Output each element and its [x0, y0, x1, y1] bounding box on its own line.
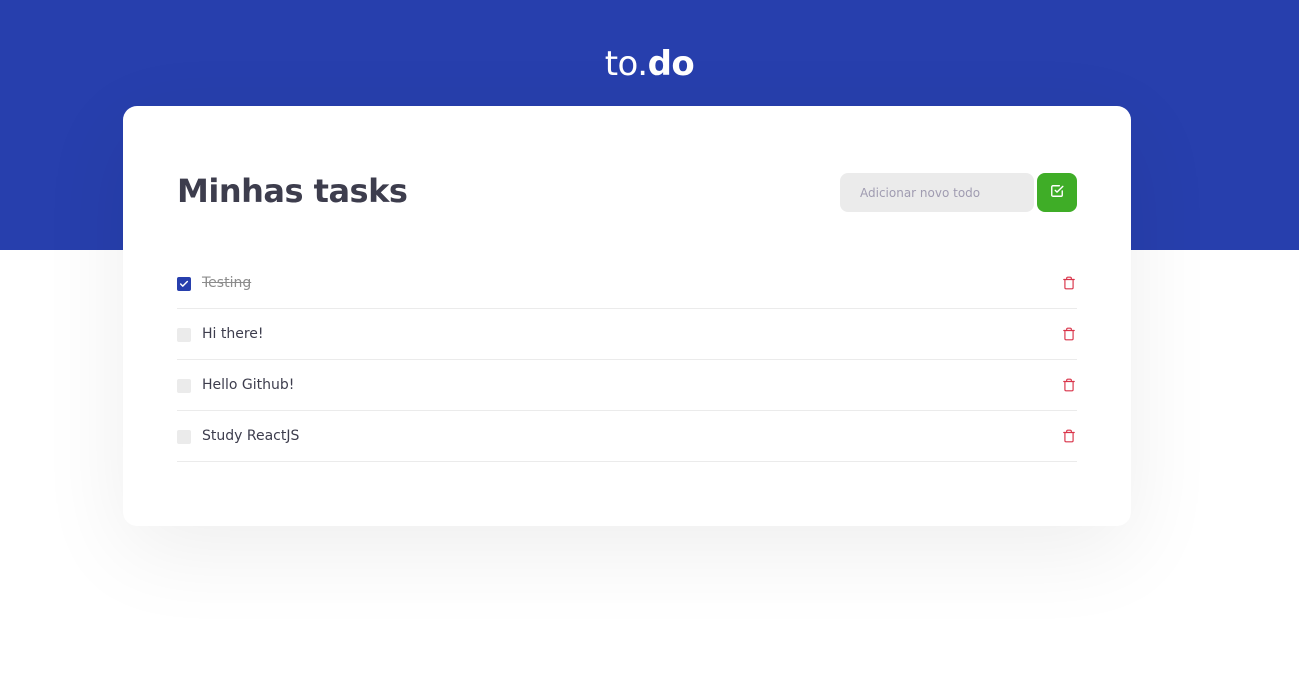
task-row: Hello Github!	[177, 360, 1077, 411]
trash-icon[interactable]	[1061, 275, 1077, 291]
task-row: Study ReactJS	[177, 411, 1077, 462]
task-checkbox[interactable]	[177, 379, 191, 393]
task-checkbox[interactable]	[177, 328, 191, 342]
task-label: Hello Github!	[202, 377, 295, 393]
task-label: Hi there!	[202, 326, 264, 342]
task-checkbox[interactable]	[177, 430, 191, 444]
trash-icon[interactable]	[1061, 377, 1077, 393]
check-icon	[179, 280, 189, 287]
logo-light-text: to.	[604, 44, 648, 84]
page-title: Minhas tasks	[177, 172, 408, 210]
check-square-icon	[1050, 184, 1064, 201]
task-list: Testing Hi there! Hello Github! Study Re…	[177, 258, 1077, 462]
task-row: Testing	[177, 258, 1077, 309]
task-label: Testing	[202, 275, 252, 291]
tasks-card: Minhas tasks Testing	[123, 106, 1131, 526]
app-logo: to.do	[0, 44, 1299, 84]
task-checkbox[interactable]	[177, 277, 191, 291]
trash-icon[interactable]	[1061, 428, 1077, 444]
logo-bold-text: do	[647, 44, 695, 84]
new-task-input[interactable]	[840, 173, 1034, 212]
task-label: Study ReactJS	[202, 428, 300, 444]
add-task-button[interactable]	[1037, 173, 1077, 212]
trash-icon[interactable]	[1061, 326, 1077, 342]
task-row: Hi there!	[177, 309, 1077, 360]
